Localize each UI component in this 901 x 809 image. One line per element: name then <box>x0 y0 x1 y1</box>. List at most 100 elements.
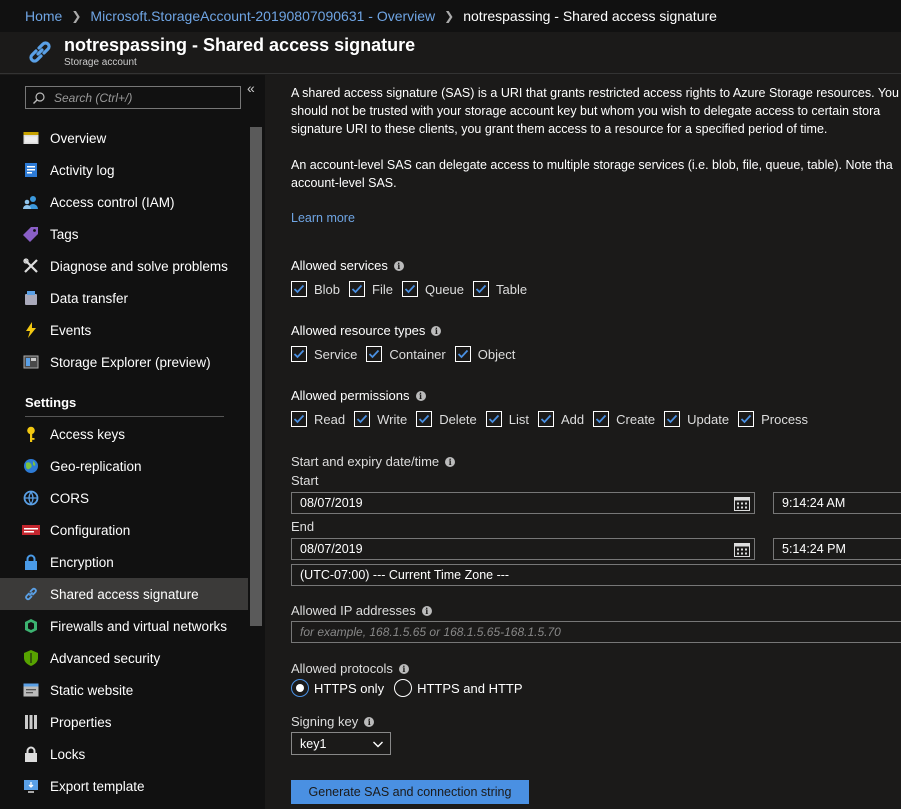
sidebar-item-firewalls[interactable]: Firewalls and virtual networks <box>0 610 248 642</box>
sidebar-scrollbar-thumb[interactable] <box>250 127 262 626</box>
checkbox-create[interactable]: Create <box>593 411 655 427</box>
learn-more-link[interactable]: Learn more <box>291 211 355 225</box>
sidebar-item-static-website[interactable]: Static website <box>0 674 248 706</box>
sidebar-item-label: Shared access signature <box>50 586 199 602</box>
sidebar-item-data-transfer[interactable]: Data transfer <box>0 282 248 314</box>
start-date-input[interactable]: 08/07/2019 <box>291 492 755 514</box>
checkbox-queue[interactable]: Queue <box>401 281 465 297</box>
sidebar-item-properties[interactable]: Properties <box>0 706 248 738</box>
sidebar-item-access-keys[interactable]: Access keys <box>0 418 248 450</box>
sidebar-item-configuration[interactable]: Configuration <box>0 514 248 546</box>
checkbox-list[interactable]: List <box>485 411 529 427</box>
end-label: End <box>291 519 315 534</box>
sidebar-scrollbar[interactable] <box>248 119 265 809</box>
info-icon[interactable]: i <box>364 716 375 727</box>
sidebar-item-label: Data transfer <box>50 290 129 306</box>
info-icon[interactable]: i <box>398 663 409 674</box>
checkmark-icon <box>664 411 681 427</box>
checkbox-delete[interactable]: Delete <box>416 411 477 427</box>
breadcrumb-separator-icon: ❯ <box>71 9 82 23</box>
wrench-icon <box>22 257 40 275</box>
checkbox-read[interactable]: Read <box>291 411 345 427</box>
sidebar-item-locks[interactable]: Locks <box>0 738 248 770</box>
checkmark-icon <box>366 346 383 362</box>
signing-key-value: key1 <box>300 736 327 751</box>
end-time-input[interactable]: 5:14:24 PM <box>773 538 901 560</box>
sidebar-item-cors[interactable]: CORS <box>0 482 248 514</box>
tag-icon <box>22 225 40 243</box>
sidebar-item-advanced-security[interactable]: Advanced security <box>0 642 248 674</box>
sidebar-item-storage-explorer[interactable]: Storage Explorer (preview) <box>0 346 248 378</box>
signing-key-label: Signing key i <box>291 714 375 729</box>
checkbox-label: Update <box>687 411 730 427</box>
sidebar-search[interactable] <box>25 86 241 109</box>
breadcrumb-account-link[interactable]: Microsoft.StorageAccount-20190807090631 … <box>90 8 435 24</box>
sidebar-item-diagnose[interactable]: Diagnose and solve problems <box>0 250 248 282</box>
start-time-input[interactable]: 9:14:24 AM <box>773 492 901 514</box>
sidebar-item-activity-log[interactable]: Activity log <box>0 154 248 186</box>
generate-sas-button[interactable]: Generate SAS and connection string <box>291 780 529 804</box>
signing-key-select[interactable]: key1 <box>291 732 391 755</box>
checkbox-container[interactable]: Container <box>366 346 446 362</box>
configuration-icon <box>22 521 40 539</box>
end-date-input[interactable]: 08/07/2019 <box>291 538 755 560</box>
overview-icon <box>22 129 40 147</box>
checkbox-file[interactable]: File <box>349 281 393 297</box>
breadcrumb-home-link[interactable]: Home <box>25 8 62 24</box>
globe-icon <box>22 457 40 475</box>
calendar-icon[interactable] <box>734 496 750 511</box>
info-icon[interactable]: i <box>431 325 442 336</box>
search-input[interactable] <box>54 90 224 105</box>
checkbox-blob[interactable]: Blob <box>291 281 340 297</box>
start-expiry-label: Start and expiry date/time i <box>291 454 456 469</box>
sidebar-item-label: Encryption <box>50 554 114 570</box>
allowed-resource-types-text: Allowed resource types <box>291 323 426 338</box>
checkbox-add[interactable]: Add <box>538 411 584 427</box>
checkmark-icon <box>738 411 755 427</box>
page-subtitle: Storage account <box>64 57 137 68</box>
sidebar-item-label: Access control (IAM) <box>50 194 175 210</box>
checkbox-label: Queue <box>424 281 465 297</box>
allowed-protocols-radios: HTTPS only HTTPS and HTTP <box>291 679 533 697</box>
checkbox-update[interactable]: Update <box>664 411 729 427</box>
data-transfer-icon <box>22 289 40 307</box>
allowed-ip-input[interactable]: for example, 168.1.5.65 or 168.1.5.65-16… <box>291 621 901 643</box>
sidebar-item-label: Access keys <box>50 426 126 442</box>
radio-selected-icon <box>291 679 309 697</box>
timezone-select[interactable]: (UTC-07:00) --- Current Time Zone --- <box>291 564 901 586</box>
sidebar-item-label: Storage Explorer (preview) <box>50 354 211 370</box>
chevron-down-icon <box>373 741 383 748</box>
checkbox-write[interactable]: Write <box>354 411 407 427</box>
calendar-icon[interactable] <box>734 542 750 557</box>
checkbox-object[interactable]: Object <box>454 346 515 362</box>
sidebar-item-shared-access-signature[interactable]: Shared access signature <box>0 578 248 610</box>
sidebar-item-encryption[interactable]: Encryption <box>0 546 248 578</box>
checkbox-process[interactable]: Process <box>738 411 808 427</box>
radio-https-only[interactable]: HTTPS only <box>291 679 384 697</box>
radio-https-and-http[interactable]: HTTPS and HTTP <box>394 679 523 697</box>
sidebar-item-access-control[interactable]: Access control (IAM) <box>0 186 248 218</box>
checkbox-service[interactable]: Service <box>291 346 357 362</box>
sidebar-item-label: CORS <box>50 490 90 506</box>
sidebar-item-label: Locks <box>50 746 86 762</box>
settings-divider <box>25 416 224 417</box>
allowed-services-label: Allowed services i <box>291 258 404 273</box>
sidebar-item-tags[interactable]: Tags <box>0 218 248 250</box>
checkmark-icon <box>401 281 418 297</box>
breadcrumb: Home ❯ Microsoft.StorageAccount-20190807… <box>0 0 901 32</box>
collapse-sidebar-button[interactable]: « <box>247 80 255 96</box>
checkmark-icon <box>454 346 471 362</box>
sidebar-item-geo-replication[interactable]: Geo-replication <box>0 450 248 482</box>
info-icon[interactable]: i <box>421 605 432 616</box>
sidebar-item-events[interactable]: Events <box>0 314 248 346</box>
sidebar: « Overview Activity log Access control (… <box>0 75 265 809</box>
info-icon[interactable]: i <box>393 260 404 271</box>
checkbox-label: Delete <box>439 411 477 427</box>
info-icon[interactable]: i <box>415 390 426 401</box>
checkbox-table[interactable]: Table <box>473 281 527 297</box>
sidebar-item-export-template[interactable]: Export template <box>0 770 248 802</box>
info-icon[interactable]: i <box>445 456 456 467</box>
checkmark-icon <box>593 411 610 427</box>
sidebar-item-overview[interactable]: Overview <box>0 122 248 154</box>
link-icon <box>29 41 51 63</box>
